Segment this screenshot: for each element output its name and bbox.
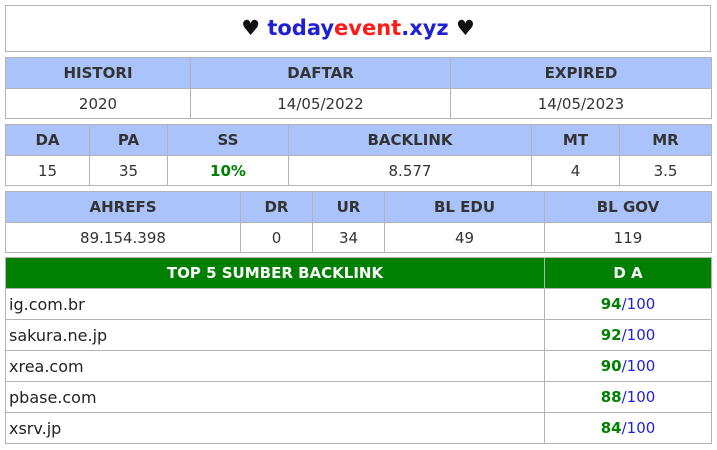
backlink-da: 92/100 xyxy=(544,319,712,351)
domain-history-table: HISTORI DAFTAR EXPIRED 2020 14/05/2022 1… xyxy=(5,57,712,119)
bl-edu-header: BL EDU xyxy=(384,191,545,223)
backlink-da: 94/100 xyxy=(544,288,712,320)
top-backlinks-table: TOP 5 SUMBER BACKLINK D A ig.com.br 94/1… xyxy=(5,257,712,444)
backlink-header: BACKLINK xyxy=(288,124,532,156)
mr-value: 3.5 xyxy=(619,155,712,186)
daftar-value: 14/05/2022 xyxy=(190,88,451,119)
site-title: todayevent.xyz xyxy=(267,16,449,40)
ahrefs-metrics-table: AHREFS DR UR BL EDU BL GOV 89.154.398 0 … xyxy=(5,191,712,253)
table-row: sakura.ne.jp 92/100 xyxy=(5,319,712,351)
backlink-domain: pbase.com xyxy=(5,381,545,413)
expired-value: 14/05/2023 xyxy=(450,88,712,119)
ss-value: 10% xyxy=(167,155,289,186)
domain-metrics-table: DA PA SS BACKLINK MT MR 15 35 10% 8.577 … xyxy=(5,124,712,186)
histori-header: HISTORI xyxy=(5,57,191,89)
heart-icon: ♥ xyxy=(241,16,261,40)
ss-header: SS xyxy=(167,124,289,156)
pa-header: PA xyxy=(89,124,168,156)
backlink-da: 90/100 xyxy=(544,350,712,382)
da-header: DA xyxy=(5,124,90,156)
dr-value: 0 xyxy=(240,222,313,253)
mt-value: 4 xyxy=(531,155,620,186)
bl-edu-value: 49 xyxy=(384,222,545,253)
da-value: 15 xyxy=(5,155,90,186)
backlink-value: 8.577 xyxy=(288,155,532,186)
histori-value: 2020 xyxy=(5,88,191,119)
pa-value: 35 xyxy=(89,155,168,186)
backlink-domain: xsrv.jp xyxy=(5,412,545,444)
da-column-header: D A xyxy=(544,257,712,289)
site-title-banner: ♥ todayevent.xyz ♥ xyxy=(5,5,711,52)
backlink-da: 88/100 xyxy=(544,381,712,413)
ahrefs-value: 89.154.398 xyxy=(5,222,241,253)
bl-gov-value: 119 xyxy=(544,222,712,253)
mt-header: MT xyxy=(531,124,620,156)
table-row: pbase.com 88/100 xyxy=(5,381,712,413)
dr-header: DR xyxy=(240,191,313,223)
mr-header: MR xyxy=(619,124,712,156)
bl-gov-header: BL GOV xyxy=(544,191,712,223)
heart-icon: ♥ xyxy=(455,16,475,40)
top-backlinks-header: TOP 5 SUMBER BACKLINK xyxy=(5,257,545,289)
table-row: xsrv.jp 84/100 xyxy=(5,412,712,444)
expired-header: EXPIRED xyxy=(450,57,712,89)
ur-header: UR xyxy=(312,191,385,223)
backlink-domain: xrea.com xyxy=(5,350,545,382)
backlink-domain: sakura.ne.jp xyxy=(5,319,545,351)
backlink-domain: ig.com.br xyxy=(5,288,545,320)
backlink-da: 84/100 xyxy=(544,412,712,444)
table-row: ig.com.br 94/100 xyxy=(5,288,712,320)
daftar-header: DAFTAR xyxy=(190,57,451,89)
ahrefs-header: AHREFS xyxy=(5,191,241,223)
ur-value: 34 xyxy=(312,222,385,253)
table-row: xrea.com 90/100 xyxy=(5,350,712,382)
